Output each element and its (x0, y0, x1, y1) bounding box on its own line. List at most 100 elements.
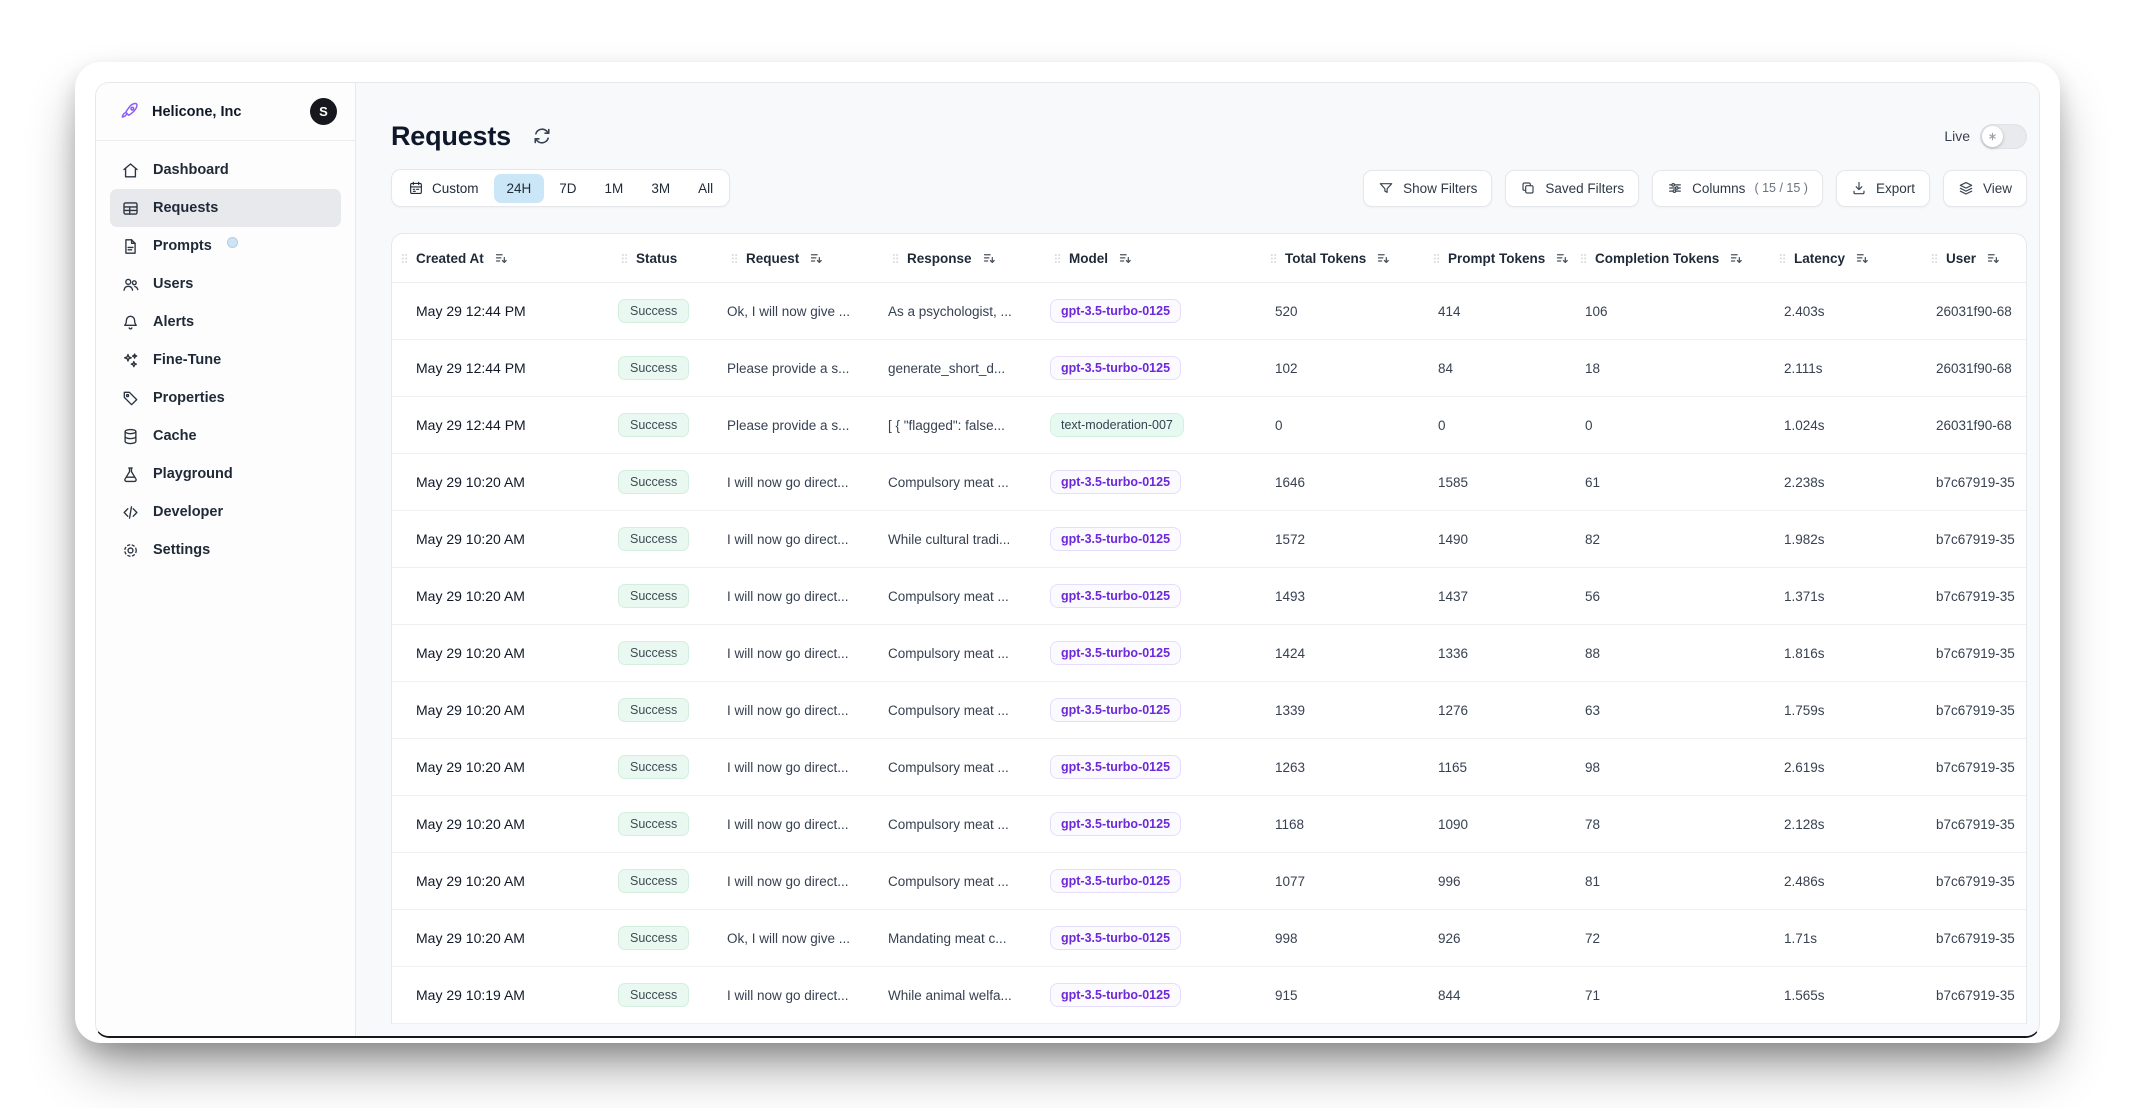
cell-model: gpt-3.5-turbo-0125 (1045, 926, 1261, 950)
cell-created-at: May 29 12:44 PM (392, 417, 612, 433)
time-range-label: 7D (559, 181, 576, 196)
cell-request: I will now go direct... (722, 589, 883, 604)
request-row[interactable]: May 29 10:20 AMSuccessI will now go dire… (392, 682, 2026, 739)
toggle-knob (1982, 126, 2003, 147)
cell-created-at: May 29 10:20 AM (392, 759, 612, 775)
sort-icon (494, 251, 509, 266)
sidebar-item-properties[interactable]: Properties (110, 379, 341, 417)
live-toggle[interactable] (1980, 124, 2027, 149)
toolbar: Custom24H 7D 1M3M All Show Filters (391, 169, 2027, 207)
request-row[interactable]: May 29 10:20 AMSuccessI will now go dire… (392, 511, 2026, 568)
cell-created-at: May 29 10:20 AM (392, 588, 612, 604)
request-row[interactable]: May 29 10:20 AMSuccessI will now go dire… (392, 625, 2026, 682)
tag-icon (121, 389, 140, 408)
request-row[interactable]: May 29 10:20 AMSuccessOk, I will now giv… (392, 910, 2026, 967)
request-row[interactable]: May 29 10:20 AMSuccessI will now go dire… (392, 454, 2026, 511)
sidebar-item-label: Requests (153, 200, 218, 216)
cell-latency: 1.982s (1770, 532, 1922, 547)
cell-status: Success (612, 926, 722, 950)
sort-icon (1986, 251, 2001, 266)
cell-created-at: May 29 10:20 AM (392, 816, 612, 832)
request-row[interactable]: May 29 10:20 AMSuccessI will now go dire… (392, 568, 2026, 625)
funnel-icon (1378, 180, 1394, 196)
cell-status: Success (612, 527, 722, 551)
saved-filters-button[interactable]: Saved Filters (1505, 170, 1639, 207)
request-row[interactable]: May 29 12:44 PMSuccessPlease provide a s… (392, 397, 2026, 454)
time-range-7d[interactable]: 7D (546, 174, 589, 203)
time-range-all[interactable]: All (685, 174, 726, 203)
sidebar-item-alerts[interactable]: Alerts (110, 303, 341, 341)
request-row[interactable]: May 29 12:44 PMSuccessOk, I will now giv… (392, 283, 2026, 340)
drag-handle-icon (398, 252, 411, 265)
time-range-group: Custom24H 7D 1M3M All (391, 169, 730, 207)
request-row[interactable]: May 29 10:19 AMSuccessI will now go dire… (392, 967, 2026, 1024)
sidebar-item-dashboard[interactable]: Dashboard (110, 151, 341, 189)
copy-icon (1520, 180, 1536, 196)
column-header-label: Latency (1794, 251, 1845, 266)
view-label: View (1983, 181, 2012, 196)
sidebar-item-requests[interactable]: Requests (110, 189, 341, 227)
app-window-card: Helicone, Inc S Dashboard Requests Prompts… (75, 62, 2060, 1043)
column-header-request[interactable]: Request (722, 251, 883, 266)
time-range-custom[interactable]: Custom (395, 173, 492, 203)
model-badge: gpt-3.5-turbo-0125 (1050, 869, 1181, 893)
cell-latency: 1.816s (1770, 646, 1922, 661)
column-header-response[interactable]: Response (883, 251, 1045, 266)
cell-prompt-tokens: 1090 (1424, 817, 1571, 832)
cell-total-tokens: 1646 (1261, 475, 1424, 490)
model-badge: gpt-3.5-turbo-0125 (1050, 356, 1181, 380)
sidebar-item-cache[interactable]: Cache (110, 417, 341, 455)
cell-model: gpt-3.5-turbo-0125 (1045, 584, 1261, 608)
cell-model: gpt-3.5-turbo-0125 (1045, 356, 1261, 380)
sidebar-item-prompts[interactable]: Prompts (110, 227, 341, 265)
time-range-1m[interactable]: 1M (592, 174, 637, 203)
column-header-label: Request (746, 251, 799, 266)
model-badge: gpt-3.5-turbo-0125 (1050, 812, 1181, 836)
sort-icon (982, 251, 997, 266)
model-badge: gpt-3.5-turbo-0125 (1050, 470, 1181, 494)
column-header-model[interactable]: Model (1045, 251, 1261, 266)
column-header-completion-tokens[interactable]: Completion Tokens (1571, 251, 1770, 266)
cell-response: While animal welfa... (883, 988, 1045, 1003)
export-button[interactable]: Export (1836, 170, 1930, 207)
cell-request: Ok, I will now give ... (722, 304, 883, 319)
bell-icon (121, 313, 140, 332)
cell-status: Success (612, 983, 722, 1007)
sidebar-item-label: Playground (153, 466, 233, 482)
model-badge: gpt-3.5-turbo-0125 (1050, 641, 1181, 665)
column-header-user[interactable]: User (1922, 251, 2026, 266)
sidebar-item-playground[interactable]: Playground (110, 455, 341, 493)
show-filters-button[interactable]: Show Filters (1363, 170, 1492, 207)
time-range-label: All (698, 181, 713, 196)
cell-total-tokens: 1168 (1261, 817, 1424, 832)
sidebar-item-settings[interactable]: Settings (110, 531, 341, 569)
request-row[interactable]: May 29 10:20 AMSuccessI will now go dire… (392, 796, 2026, 853)
show-filters-label: Show Filters (1403, 181, 1477, 196)
time-range-3m[interactable]: 3M (638, 174, 683, 203)
columns-button[interactable]: Columns ( 15 / 15 ) (1652, 170, 1823, 207)
refresh-button[interactable] (527, 121, 557, 151)
org-switcher[interactable]: Helicone, Inc S (96, 83, 355, 141)
view-button[interactable]: View (1943, 170, 2027, 207)
column-header-prompt-tokens[interactable]: Prompt Tokens (1424, 251, 1571, 266)
cell-total-tokens: 0 (1261, 418, 1424, 433)
column-header-total-tokens[interactable]: Total Tokens (1261, 251, 1424, 266)
sidebar-item-users[interactable]: Users (110, 265, 341, 303)
request-row[interactable]: May 29 10:20 AMSuccessI will now go dire… (392, 853, 2026, 910)
sidebar-item-label: Fine-Tune (153, 352, 221, 368)
cell-user: b7c67919-35 (1922, 703, 2026, 718)
sidebar-item-developer[interactable]: Developer (110, 493, 341, 531)
column-header-created-at[interactable]: Created At (392, 251, 612, 266)
sidebar-item-fine-tune[interactable]: Fine-Tune (110, 341, 341, 379)
toolbar-actions: Show Filters Saved Filters (1363, 170, 2027, 207)
time-range-24h[interactable]: 24H (494, 174, 545, 203)
cell-status: Success (612, 470, 722, 494)
column-header-latency[interactable]: Latency (1770, 251, 1922, 266)
sidebar-item-label: Prompts (153, 238, 212, 254)
request-row[interactable]: May 29 12:44 PMSuccessPlease provide a s… (392, 340, 2026, 397)
request-row[interactable]: May 29 10:20 AMSuccessI will now go dire… (392, 739, 2026, 796)
org-name: Helicone, Inc (152, 104, 241, 120)
cell-response: generate_short_d... (883, 361, 1045, 376)
avatar[interactable]: S (310, 98, 337, 125)
column-header-status[interactable]: Status (612, 251, 722, 266)
